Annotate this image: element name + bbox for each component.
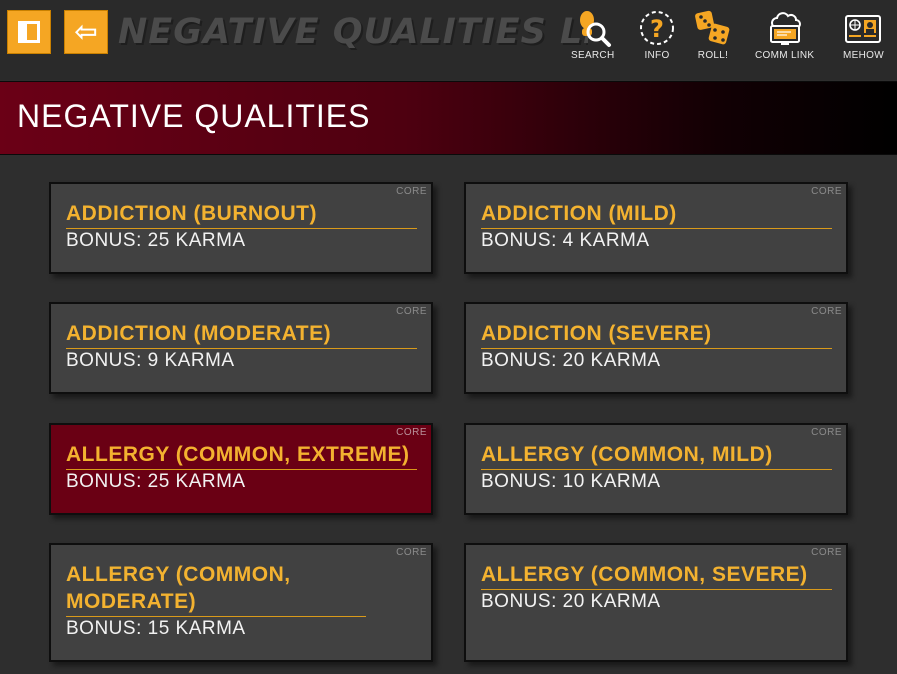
quality-card[interactable]: CORE ALLERGY (COMMON, SEVERE) BONUS: 20 … — [464, 543, 848, 662]
source-badge: CORE — [396, 427, 427, 438]
quality-bonus: BONUS: 10 KARMA — [481, 471, 661, 492]
source-badge: CORE — [811, 427, 842, 438]
svg-text:?: ? — [650, 15, 664, 43]
quality-card-selected[interactable]: CORE ALLERGY (COMMON, EXTREME) BONUS: 25… — [49, 423, 433, 515]
comm-link-icon — [765, 8, 805, 48]
quality-bonus: BONUS: 25 KARMA — [66, 230, 246, 251]
quality-name: ADDICTION (MODERATE) — [66, 320, 417, 349]
page-title: NEGATIVE QUALITIES — [17, 98, 371, 134]
quality-bonus: BONUS: 20 KARMA — [481, 350, 661, 371]
quality-name: ADDICTION (MILD) — [481, 200, 832, 229]
source-badge: CORE — [811, 186, 842, 197]
quality-card[interactable]: CORE ADDICTION (SEVERE) BONUS: 20 KARMA — [464, 302, 848, 394]
comm-link-button[interactable]: COMM LINK — [755, 8, 814, 61]
quality-card[interactable]: CORE ADDICTION (MODERATE) BONUS: 9 KARMA — [49, 302, 433, 394]
info-icon: ? — [637, 8, 677, 48]
quality-bonus: BONUS: 4 KARMA — [481, 230, 650, 251]
quality-name: ALLERGY (COMMON, MODERATE) — [66, 561, 366, 617]
mehow-label: MEHOW — [843, 50, 884, 61]
quality-name: ALLERGY (COMMON, SEVERE) — [481, 561, 832, 590]
top-bar: ⇦ NEGATIVE QUALITIES LIST SEARCH ? INFO — [0, 0, 897, 80]
info-button[interactable]: ? INFO — [637, 8, 677, 61]
quality-card[interactable]: CORE ALLERGY (COMMON, MODERATE) BONUS: 1… — [49, 543, 433, 662]
quality-name: ALLERGY (COMMON, MILD) — [481, 441, 832, 470]
app-title: NEGATIVE QUALITIES LIST — [118, 12, 588, 52]
back-button[interactable]: ⇦ — [64, 10, 108, 54]
quality-name: ALLERGY (COMMON, EXTREME) — [66, 441, 417, 470]
roll-label: ROLL! — [697, 50, 729, 61]
quality-bonus: BONUS: 25 KARMA — [66, 471, 246, 492]
back-arrow-icon: ⇦ — [74, 15, 98, 48]
quality-name: ADDICTION (SEVERE) — [481, 320, 832, 349]
source-badge: CORE — [396, 547, 427, 558]
info-label: INFO — [644, 50, 670, 61]
roll-button[interactable]: ROLL! — [693, 8, 733, 61]
quality-bonus: BONUS: 9 KARMA — [66, 350, 235, 371]
source-badge: CORE — [396, 306, 427, 317]
source-badge: CORE — [811, 547, 842, 558]
id-card-icon — [843, 8, 883, 48]
quality-card[interactable]: CORE ALLERGY (COMMON, MILD) BONUS: 10 KA… — [464, 423, 848, 515]
quality-card[interactable]: CORE ADDICTION (BURNOUT) BONUS: 25 KARMA — [49, 182, 433, 274]
search-label: SEARCH — [571, 50, 615, 61]
quality-bonus: BONUS: 15 KARMA — [66, 618, 246, 639]
quality-bonus: BONUS: 20 KARMA — [481, 591, 661, 612]
mehow-button[interactable]: MEHOW — [843, 8, 884, 61]
sidebar-toggle-button[interactable] — [7, 10, 51, 54]
search-icon — [573, 8, 613, 48]
quality-card[interactable]: CORE ADDICTION (MILD) BONUS: 4 KARMA — [464, 182, 848, 274]
sidebar-toggle-icon — [18, 21, 40, 43]
dice-icon — [693, 8, 733, 48]
search-button[interactable]: SEARCH — [571, 8, 614, 61]
quality-name: ADDICTION (BURNOUT) — [66, 200, 417, 229]
source-badge: CORE — [811, 306, 842, 317]
comm-link-label: COMM LINK — [755, 50, 815, 61]
page-header: NEGATIVE QUALITIES — [0, 81, 897, 155]
source-badge: CORE — [396, 186, 427, 197]
